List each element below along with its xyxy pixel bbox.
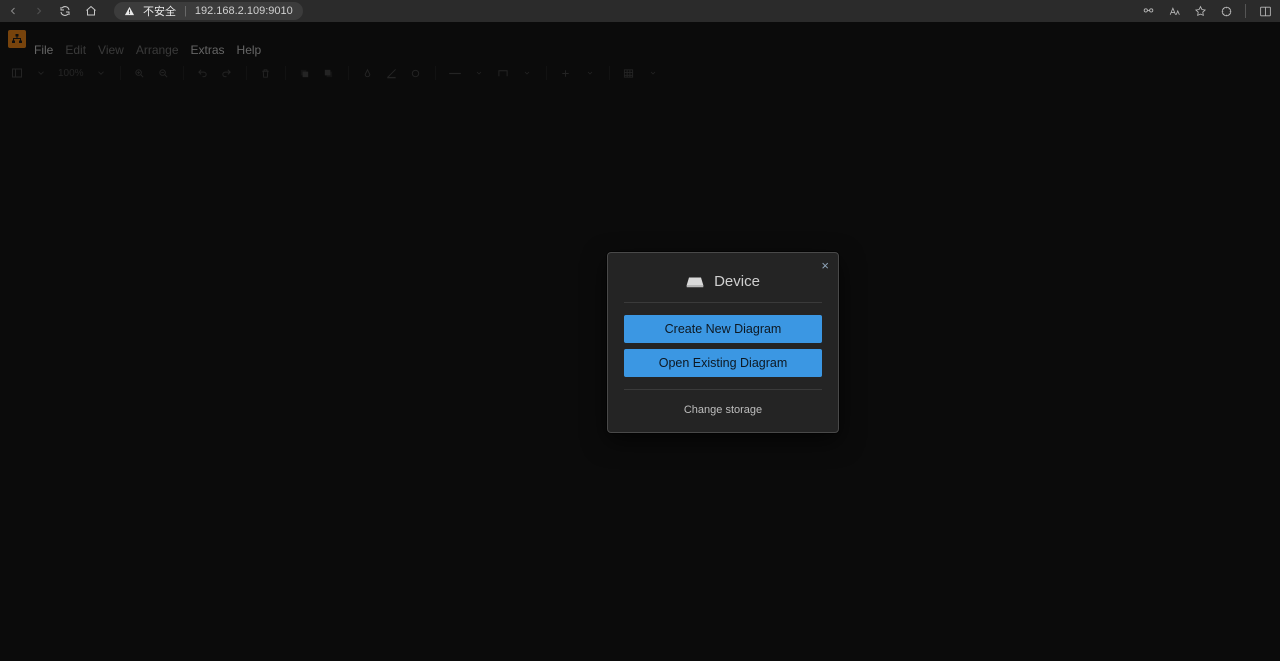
create-new-diagram-button[interactable]: Create New Diagram [624,315,822,343]
open-existing-diagram-button[interactable]: Open Existing Diagram [624,349,822,377]
security-label: 不安全 [143,3,176,19]
close-icon[interactable]: × [821,259,829,272]
text-size-icon[interactable] [1167,4,1181,18]
forward-button [32,4,46,18]
reload-button[interactable] [58,4,72,18]
address-bar[interactable]: 不安全 | 192.168.2.109:9010 [114,2,303,20]
favorite-icon[interactable] [1193,4,1207,18]
url-text: 192.168.2.109:9010 [195,5,293,17]
split-screen-icon[interactable] [1258,4,1272,18]
browser-top-bar: 不安全 | 192.168.2.109:9010 [0,0,1280,22]
back-button [6,4,20,18]
extensions-icon[interactable] [1219,4,1233,18]
home-button[interactable] [84,4,98,18]
dialog-title: Device [714,273,760,290]
app-area: File Edit View Arrange Extras Help 100% [0,22,1280,661]
device-icon [686,276,704,288]
storage-dialog: × Device Create New Diagram Open Existin… [607,252,839,433]
change-storage-link[interactable]: Change storage [624,398,822,418]
not-secure-icon [124,6,135,17]
translate-icon[interactable] [1141,4,1155,18]
